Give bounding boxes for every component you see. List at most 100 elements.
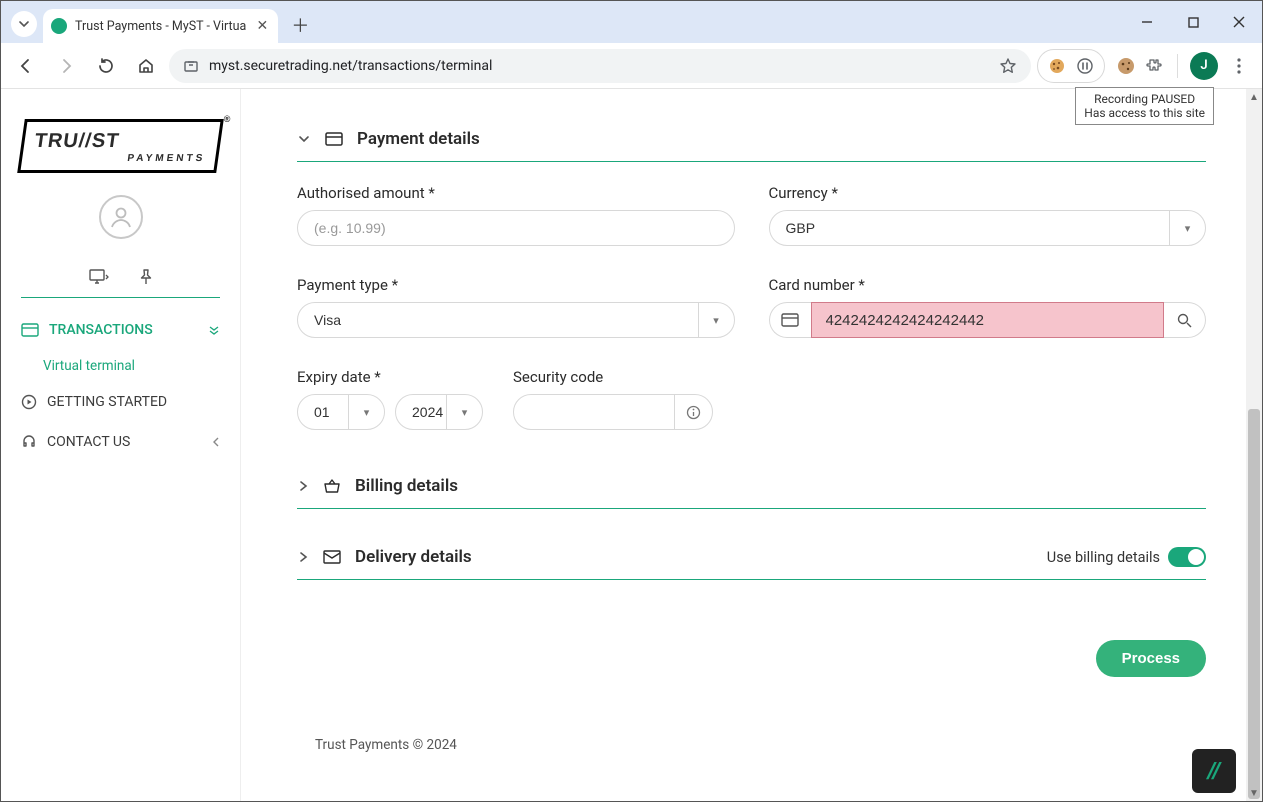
tab-search-button[interactable] — [11, 11, 37, 37]
divider — [297, 161, 1206, 162]
chat-widget-button[interactable]: // — [1192, 749, 1236, 793]
chevron-down-icon — [208, 325, 220, 335]
chevron-down-icon: ▾ — [698, 303, 734, 337]
logo-text-bottom: PAYMENTS — [31, 153, 206, 164]
new-tab-button[interactable]: ＋ — [286, 11, 314, 39]
pin-button[interactable] — [139, 269, 153, 285]
tab-title: Trust Payments - MyST - Virtua — [75, 19, 246, 34]
sidebar-item-transactions[interactable]: TRANSACTIONS — [1, 310, 240, 350]
tooltip-line2: Has access to this site — [1084, 106, 1205, 120]
extension-tooltip: Recording PAUSED Has access to this site — [1075, 87, 1214, 125]
extensions-pill — [1037, 49, 1105, 83]
section-title: Payment details — [357, 129, 480, 149]
sidebar-subitem-virtual-terminal[interactable]: Virtual terminal — [1, 350, 240, 382]
sidebar-item-label: TRANSACTIONS — [49, 322, 153, 338]
site-info-icon — [183, 58, 199, 74]
url-text: myst.securetrading.net/transactions/term… — [209, 58, 492, 74]
expiry-month-select[interactable]: 01 ▾ — [297, 394, 385, 430]
amount-input[interactable] — [297, 210, 735, 246]
envelope-icon — [323, 550, 341, 564]
card-icon — [21, 323, 39, 337]
browser-toolbar: myst.securetrading.net/transactions/term… — [1, 43, 1262, 89]
profile-avatar[interactable]: J — [1190, 52, 1218, 80]
chevron-down-icon: ▾ — [446, 395, 482, 429]
close-window-button[interactable] — [1216, 1, 1262, 43]
card-number-label: Card number * — [769, 276, 1207, 294]
scroll-up-icon[interactable]: ▲ — [1246, 89, 1262, 105]
section-header-billing-details[interactable]: Billing details — [297, 460, 1206, 509]
chat-widget-glyph: // — [1208, 759, 1221, 784]
scrollbar-thumb[interactable] — [1248, 409, 1260, 799]
tooltip-line1: Recording PAUSED — [1084, 92, 1205, 106]
browser-menu-button[interactable] — [1224, 58, 1254, 74]
security-code-label: Security code — [513, 368, 735, 386]
pin-icon — [139, 269, 153, 285]
process-button[interactable]: Process — [1096, 640, 1206, 677]
section-header-delivery-details[interactable]: Delivery details Use billing details — [297, 531, 1206, 580]
logo-text-top: TRU//ST — [33, 130, 209, 153]
currency-select[interactable]: GBP ▾ — [769, 210, 1207, 246]
extension-recorder-icon[interactable] — [1074, 55, 1096, 77]
card-search-button[interactable] — [1164, 302, 1206, 338]
field-currency: Currency * GBP ▾ — [769, 184, 1207, 246]
window-controls — [1124, 1, 1262, 43]
page-footer: Trust Payments © 2024 — [297, 677, 1206, 753]
extension-icon[interactable] — [1115, 55, 1137, 77]
use-billing-label: Use billing details — [1047, 549, 1160, 566]
bookmark-star-icon[interactable] — [999, 57, 1017, 75]
user-avatar[interactable] — [99, 195, 143, 239]
basket-icon — [323, 478, 341, 494]
headset-icon — [21, 434, 37, 450]
chevron-left-icon — [212, 436, 220, 448]
section-header-payment-details[interactable]: Payment details — [297, 129, 1206, 161]
back-button[interactable] — [9, 49, 43, 83]
close-icon[interactable]: ✕ — [254, 18, 270, 34]
chevron-down-icon: ▾ — [348, 395, 384, 429]
browser-tab[interactable]: Trust Payments - MyST - Virtua ✕ — [43, 9, 278, 43]
profile-letter: J — [1200, 58, 1207, 73]
expiry-year-select[interactable]: 2024 ▾ — [395, 394, 483, 430]
section-title: Delivery details — [355, 547, 472, 567]
info-button[interactable] — [674, 395, 712, 429]
divider — [1177, 54, 1178, 78]
window-titlebar: Trust Payments - MyST - Virtua ✕ ＋ — [1, 1, 1262, 43]
sidebar-item-contact-us[interactable]: CONTACT US — [1, 422, 240, 462]
currency-label: Currency * — [769, 184, 1207, 202]
sidebar-toolbar — [1, 269, 240, 297]
play-circle-icon — [21, 394, 37, 410]
favicon-icon — [51, 18, 67, 34]
display-settings-button[interactable] — [89, 269, 109, 285]
reload-button[interactable] — [89, 49, 123, 83]
page-scrollbar[interactable]: ▲ ▼ — [1246, 89, 1262, 801]
use-billing-toggle[interactable] — [1168, 547, 1206, 567]
extension-cookie-icon[interactable] — [1046, 55, 1068, 77]
field-expiry-date: Expiry date * 01 ▾ 2024 ▾ — [297, 368, 483, 430]
divider — [21, 297, 220, 298]
home-button[interactable] — [129, 49, 163, 83]
chevron-right-icon — [297, 550, 309, 564]
minimize-button[interactable] — [1124, 1, 1170, 43]
card-icon — [769, 302, 811, 338]
maximize-button[interactable] — [1170, 1, 1216, 43]
address-bar[interactable]: myst.securetrading.net/transactions/term… — [169, 49, 1031, 83]
person-icon — [108, 204, 134, 230]
scroll-down-icon[interactable]: ▼ — [1246, 785, 1262, 801]
info-icon — [686, 405, 701, 420]
card-number-input[interactable] — [811, 302, 1165, 338]
field-card-number: Card number * — [769, 276, 1207, 338]
field-payment-type: Payment type * Visa ▾ — [297, 276, 735, 338]
extensions-button[interactable] — [1143, 55, 1165, 77]
search-icon — [1177, 313, 1192, 328]
sidebar-item-label: GETTING STARTED — [47, 394, 167, 410]
currency-value[interactable]: GBP — [769, 210, 1207, 246]
chevron-down-icon — [18, 18, 30, 30]
payment-type-label: Payment type * — [297, 276, 735, 294]
main-content: Payment details Authorised amount * Curr… — [241, 89, 1262, 801]
registered-icon: ® — [224, 114, 231, 124]
brand-logo: ® TRU//ST PAYMENTS — [17, 119, 224, 173]
forward-button[interactable] — [49, 49, 83, 83]
chevron-right-icon — [297, 479, 309, 493]
sidebar-item-getting-started[interactable]: GETTING STARTED — [1, 382, 240, 422]
payment-type-select[interactable]: Visa ▾ — [297, 302, 735, 338]
payment-type-value[interactable]: Visa — [297, 302, 735, 338]
